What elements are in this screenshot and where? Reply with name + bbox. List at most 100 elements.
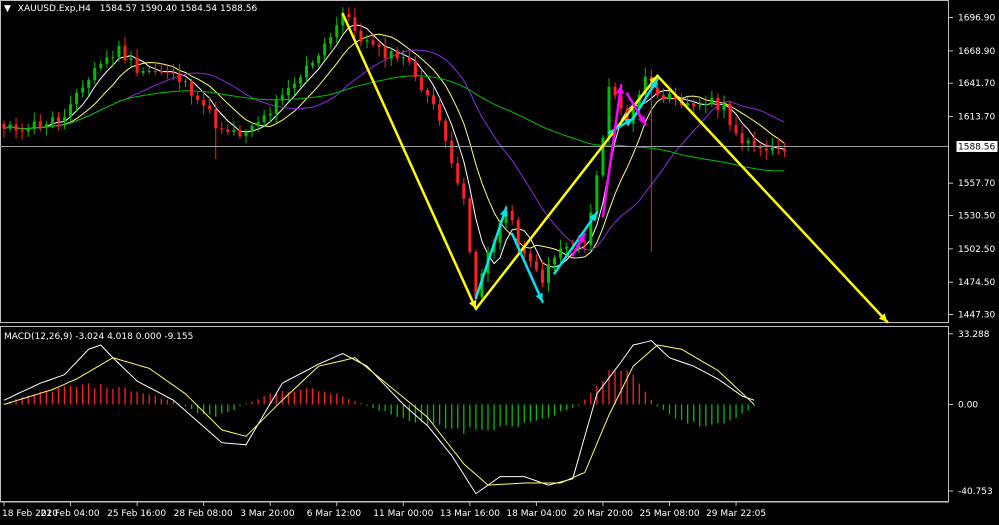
macd-header: MACD(12,26,9) -3.024 4.018 0.000 -9.155 — [4, 332, 193, 342]
candle-body — [782, 148, 786, 152]
candle-body — [553, 257, 557, 265]
candle-body — [153, 70, 157, 72]
candle-body — [752, 140, 756, 147]
chart-canvas: 1696.90 1668.90 1641.70 1613.70 1557.70 1530.… — [0, 0, 999, 519]
candle-body — [661, 95, 665, 100]
price-panel[interactable]: 1696.90 1668.90 1641.70 1613.70 1557.70 1530.… — [0, 0, 999, 324]
candle-body — [50, 117, 54, 125]
candle-body — [232, 129, 236, 132]
current-price-tag: 1588.56 — [955, 139, 999, 153]
price-tick-label: 1530.50 — [958, 212, 995, 222]
candle-body — [311, 62, 315, 66]
time-tick-label: 13 Mar 16:00 — [440, 509, 500, 519]
time-tick-label: 6 Mar 12:00 — [307, 509, 362, 519]
candle-body — [444, 120, 448, 141]
candle-body — [165, 71, 169, 73]
macd-panel[interactable]: 33.288 0.00 -40.753 MACD(12,26,9) -3.024 4… — [0, 326, 993, 502]
candle-body — [20, 130, 24, 132]
macd-tick-label: -40.753 — [958, 487, 993, 497]
candle-body — [746, 140, 750, 144]
candle-body — [190, 81, 194, 96]
candle-body — [770, 146, 774, 151]
price-tick-label: 1447.30 — [958, 311, 995, 321]
candle-body — [353, 17, 357, 31]
candle-body — [2, 123, 6, 129]
candle-body — [764, 148, 768, 151]
candle-body — [456, 163, 460, 184]
candle-body — [274, 100, 278, 114]
candle-body — [87, 80, 91, 88]
candle-body — [298, 77, 302, 84]
macd-axis: 33.288 0.00 -40.753 — [949, 330, 993, 497]
candle-body — [141, 71, 145, 73]
candle-body — [117, 45, 121, 57]
candle-body — [196, 95, 200, 100]
time-axis: 18 Feb 202021 Feb 04:00 25 Feb 16:00 28 Fe… — [2, 502, 766, 519]
candle-body — [123, 45, 127, 61]
candle-body — [202, 99, 206, 106]
candle-body — [111, 56, 115, 58]
candle-body — [704, 104, 708, 106]
candle-body — [147, 70, 151, 72]
candle-body — [438, 104, 442, 121]
price-tick-label: 1613.70 — [958, 113, 995, 123]
candle-body — [63, 117, 66, 122]
candle-body — [450, 140, 454, 164]
time-tick-label: 25 Mar 08:00 — [640, 509, 700, 519]
candle-body — [317, 55, 321, 63]
symbol-header: ▼ XAUUSD.Exp,H4 1584.57 1590.40 1584.54 … — [4, 4, 257, 14]
macd-tick-label: 33.288 — [958, 330, 990, 340]
candle-body — [208, 105, 212, 110]
candle-body — [583, 244, 587, 246]
macd-panel-frame — [0, 326, 949, 502]
ohlc-readout: 1584.57 1590.40 1584.54 1588.56 — [100, 4, 258, 14]
candle-body — [607, 86, 611, 138]
candle-body — [462, 183, 466, 199]
candle-body — [292, 83, 296, 89]
candle-body — [419, 77, 423, 91]
candle-body — [214, 109, 218, 129]
candle-body — [413, 61, 417, 78]
candle-body — [184, 81, 187, 83]
candle-body — [335, 25, 339, 38]
candle-body — [528, 253, 532, 262]
candle-body — [159, 71, 163, 73]
candle-body — [383, 46, 387, 59]
collapse-arrow-icon[interactable]: ▼ — [4, 4, 11, 14]
current-price-label: 1588.56 — [958, 142, 995, 152]
candle-body — [93, 67, 97, 81]
time-tick-label: 21 Feb 04:00 — [41, 509, 100, 519]
time-tick-label: 18 Mar 04:00 — [506, 509, 566, 519]
candle-body — [698, 105, 702, 107]
macd-tick-label: 0.00 — [958, 400, 978, 410]
candle-body — [220, 128, 224, 130]
candle-body — [323, 43, 327, 56]
candle-body — [432, 95, 436, 105]
price-tick-label: 1668.90 — [958, 47, 995, 57]
candle-body — [69, 104, 73, 118]
candle-body — [177, 72, 181, 83]
candle-body — [407, 57, 411, 62]
candle-body — [280, 95, 284, 101]
candle-body — [250, 125, 254, 133]
candle-body — [135, 58, 139, 73]
candle-body — [710, 97, 714, 105]
candle-body — [262, 115, 266, 123]
candle-body — [329, 37, 333, 44]
time-tick-label: 25 Feb 16:00 — [107, 509, 166, 519]
candle-body — [347, 13, 351, 18]
candle-body — [722, 103, 726, 111]
price-tick-label: 1502.50 — [958, 245, 995, 255]
candle-body — [75, 92, 79, 105]
candle-body — [286, 88, 290, 96]
candle-body — [99, 63, 103, 68]
candle-body — [305, 65, 308, 78]
candle-body — [565, 246, 569, 249]
price-tick-label: 1474.50 — [958, 278, 995, 288]
candle-body — [32, 121, 36, 129]
candle-body — [547, 264, 550, 283]
price-tick-label: 1641.70 — [958, 79, 995, 89]
time-tick-label: 20 Mar 20:00 — [573, 509, 633, 519]
candle-body — [389, 51, 393, 59]
candle-body — [56, 117, 60, 122]
